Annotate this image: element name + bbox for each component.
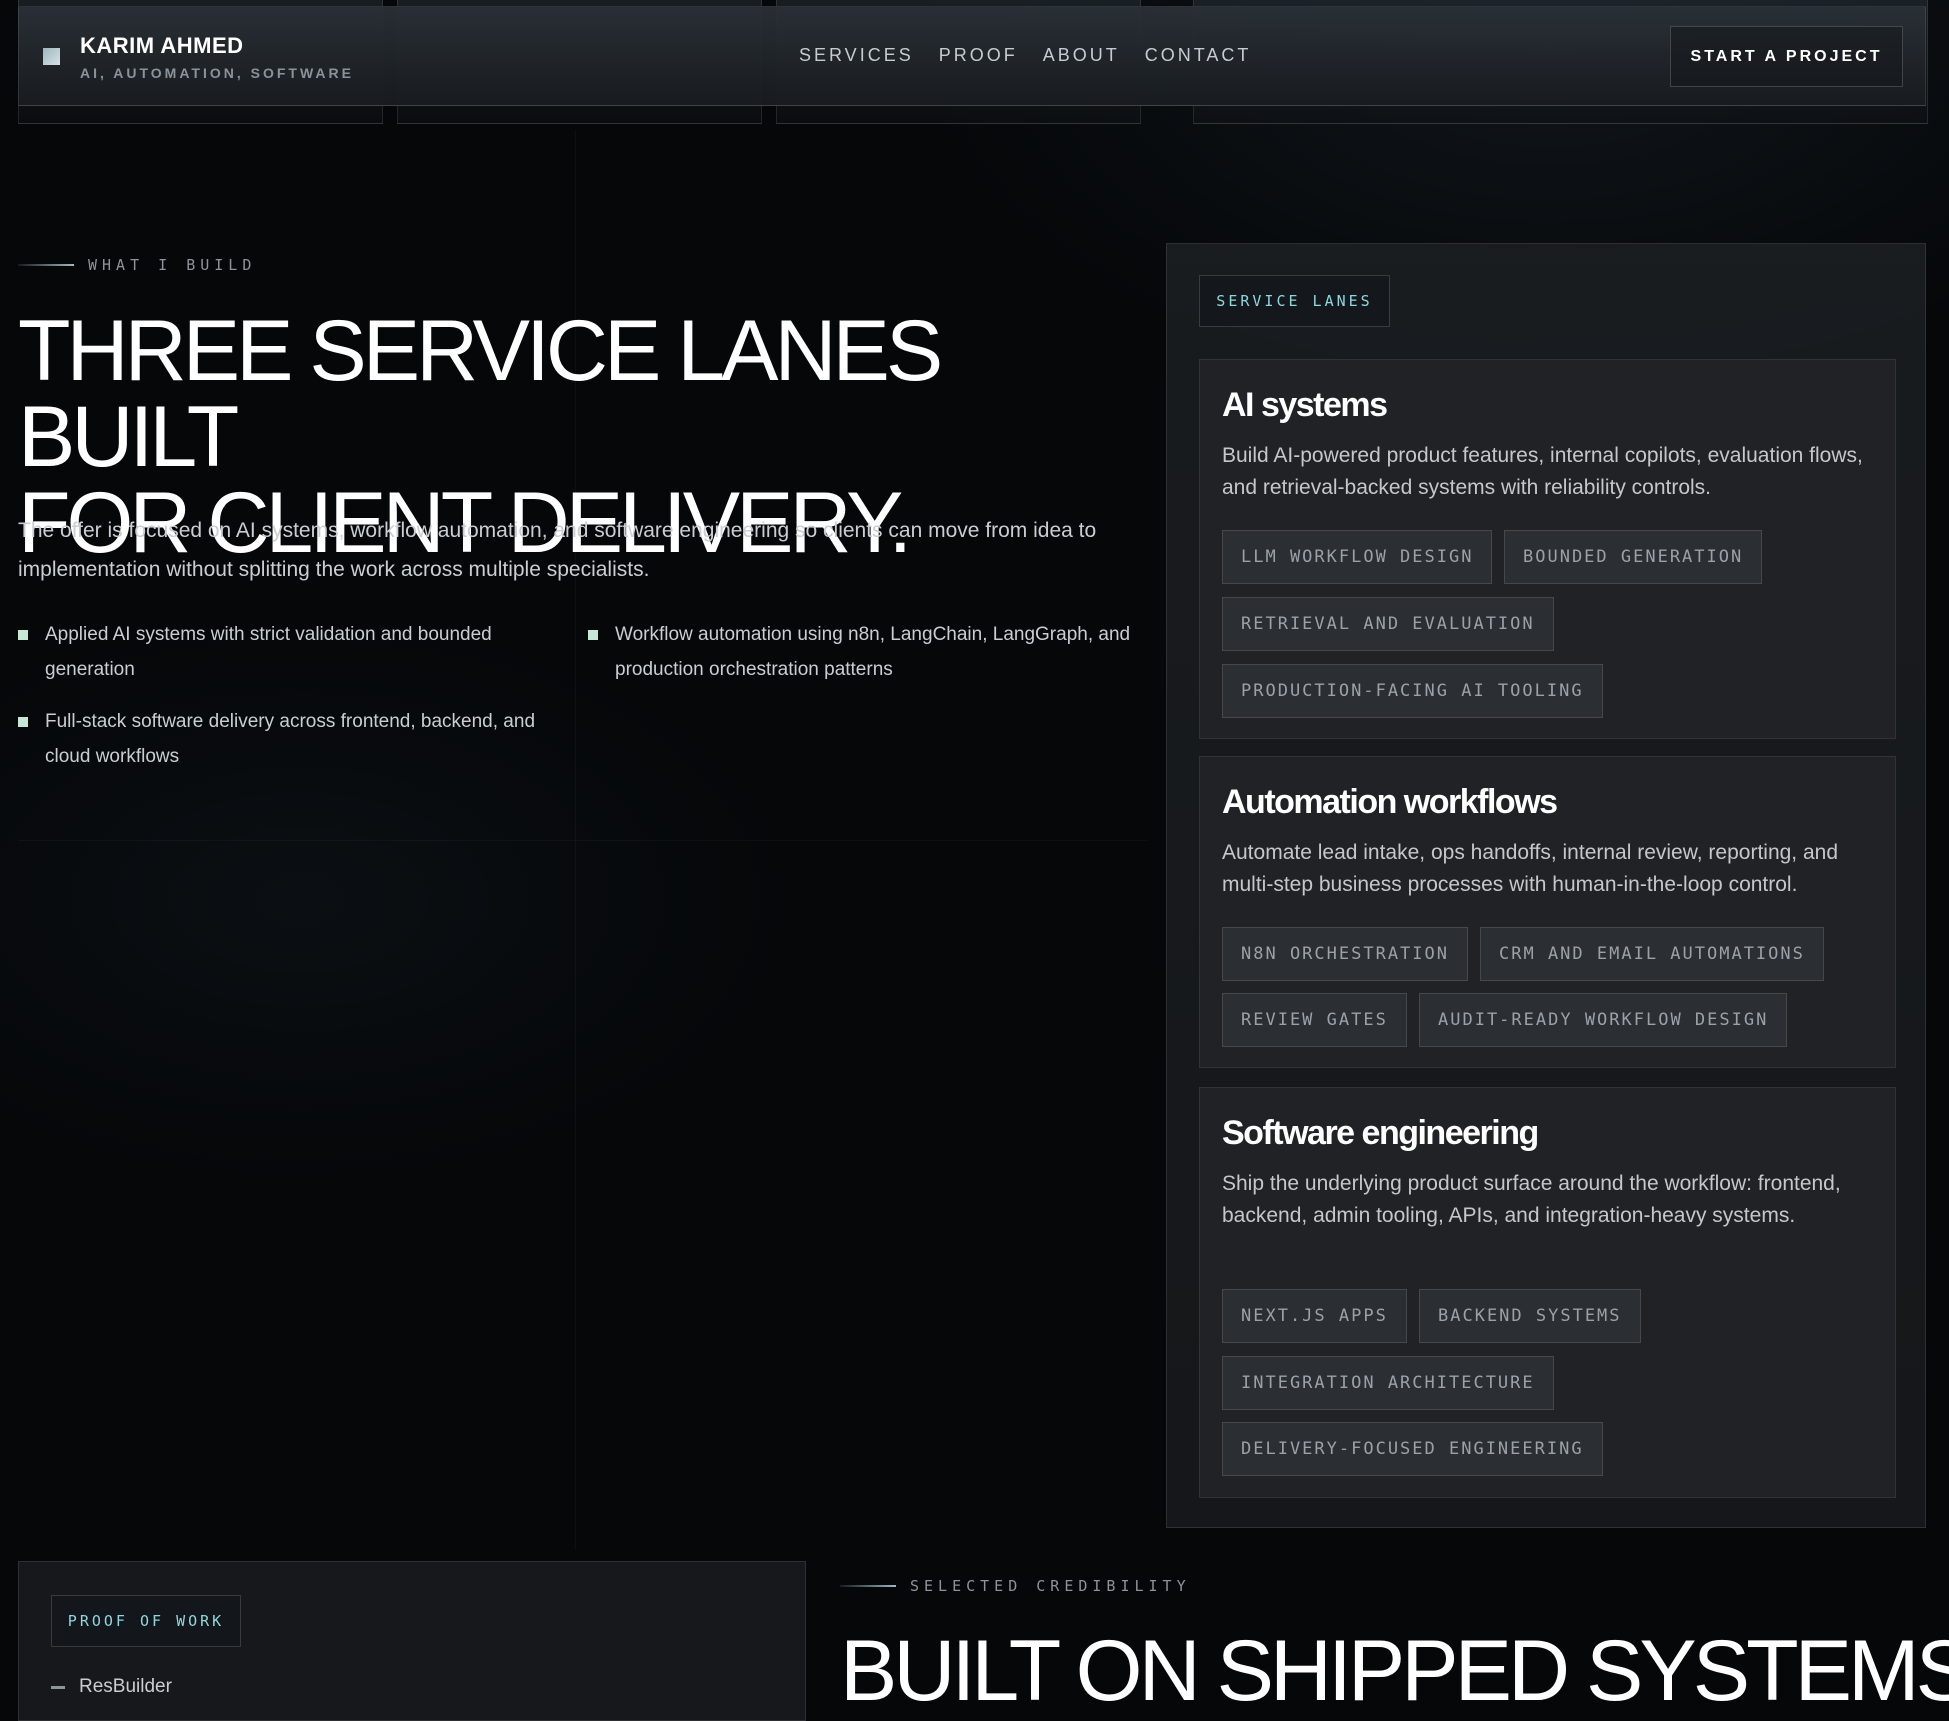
credibility-title: BUILT ON SHIPPED SYSTEMS [840,1623,1949,1719]
lane-title: Software engineering [1222,1114,1539,1152]
service-lane-software-engineering: Software engineering Ship the underlying… [1199,1087,1896,1498]
tag-retrieval-and-evaluation: RETRIEVAL AND EVALUATION [1222,597,1554,651]
bullet-text: Full-stack software delivery across fron… [45,711,536,767]
tag-nextjs-apps: NEXT.JS APPS [1222,1289,1407,1343]
bullet-square-icon [588,630,598,640]
site-header: KARIM AHMED AI, AUTOMATION, SOFTWARE SER… [18,6,1926,106]
feature-bullet: Applied AI systems with strict validatio… [18,617,538,687]
eyebrow-text: SELECTED CREDIBILITY [910,1577,1191,1595]
tag-crm-and-email-automations: CRM AND EMAIL AUTOMATIONS [1480,927,1824,981]
bullet-text: Applied AI systems with strict validatio… [45,624,492,680]
bullet-square-icon [18,717,28,727]
tag-llm-workflow-design: LLM WORKFLOW DESIGN [1222,530,1493,584]
service-lanes-panel: SERVICE LANES AI systems Build AI-powere… [1166,243,1926,1528]
nav-link-proof[interactable]: PROOF [939,45,1018,66]
credibility-eyebrow: SELECTED CREDIBILITY [840,1577,1191,1595]
tag-backend-systems: BACKEND SYSTEMS [1419,1289,1641,1343]
proof-of-work-label: PROOF OF WORK [51,1595,241,1647]
feature-bullet: Full-stack software delivery across fron… [18,704,538,774]
main-nav: SERVICES PROOF ABOUT CONTACT [799,45,1251,66]
tag-delivery-focused-engineering: DELIVERY-FOCUSED ENGINEERING [1222,1422,1603,1476]
nav-link-about[interactable]: ABOUT [1043,45,1120,66]
eyebrow-text: WHAT I BUILD [88,256,257,274]
hero-lead: The offer is focused on AI systems, work… [18,519,1097,581]
brand-name[interactable]: KARIM AHMED [80,33,244,59]
proof-item[interactable]: ResBuilder [51,1676,172,1698]
grid-line [18,840,1148,841]
lane-title: AI systems [1222,386,1388,424]
eyebrow-line [18,264,74,266]
lane-description: Ship the underlying product surface arou… [1222,1172,1841,1227]
lane-description: Automate lead intake, ops handoffs, inte… [1222,841,1839,896]
brand-tagline: AI, AUTOMATION, SOFTWARE [80,65,354,81]
tag-bounded-generation: BOUNDED GENERATION [1504,530,1763,584]
bullet-square-icon [18,630,28,640]
nav-link-contact[interactable]: CONTACT [1145,45,1252,66]
tag-audit-ready-workflow-design: AUDIT-READY WORKFLOW DESIGN [1419,993,1788,1047]
service-lane-automation-workflows: Automation workflows Automate lead intak… [1199,756,1896,1068]
eyebrow-line [840,1585,896,1587]
tag-n8n-orchestration: N8N ORCHESTRATION [1222,927,1468,981]
service-lanes-label: SERVICE LANES [1199,275,1390,327]
feature-bullet: Workflow automation using n8n, LangChain… [588,617,1148,687]
lane-title: Automation workflows [1222,783,1558,821]
bullet-text: Workflow automation using n8n, LangChain… [615,624,1131,680]
tag-review-gates: REVIEW GATES [1222,993,1407,1047]
proof-of-work-panel: PROOF OF WORK ResBuilder [18,1561,806,1721]
tag-production-facing-ai-tooling: PRODUCTION-FACING AI TOOLING [1222,664,1603,718]
tag-integration-architecture: INTEGRATION ARCHITECTURE [1222,1356,1554,1410]
nav-link-services[interactable]: SERVICES [799,45,914,66]
section-eyebrow: WHAT I BUILD [18,256,256,274]
hero-title-line-1: THREE SERVICE LANES BUILT [18,303,943,485]
brand-logo-icon[interactable] [43,48,60,65]
lane-description: Build AI-powered product features, inter… [1222,444,1863,499]
service-lane-ai-systems: AI systems Build AI-powered product feat… [1199,359,1896,739]
start-project-button[interactable]: START A PROJECT [1670,26,1903,87]
